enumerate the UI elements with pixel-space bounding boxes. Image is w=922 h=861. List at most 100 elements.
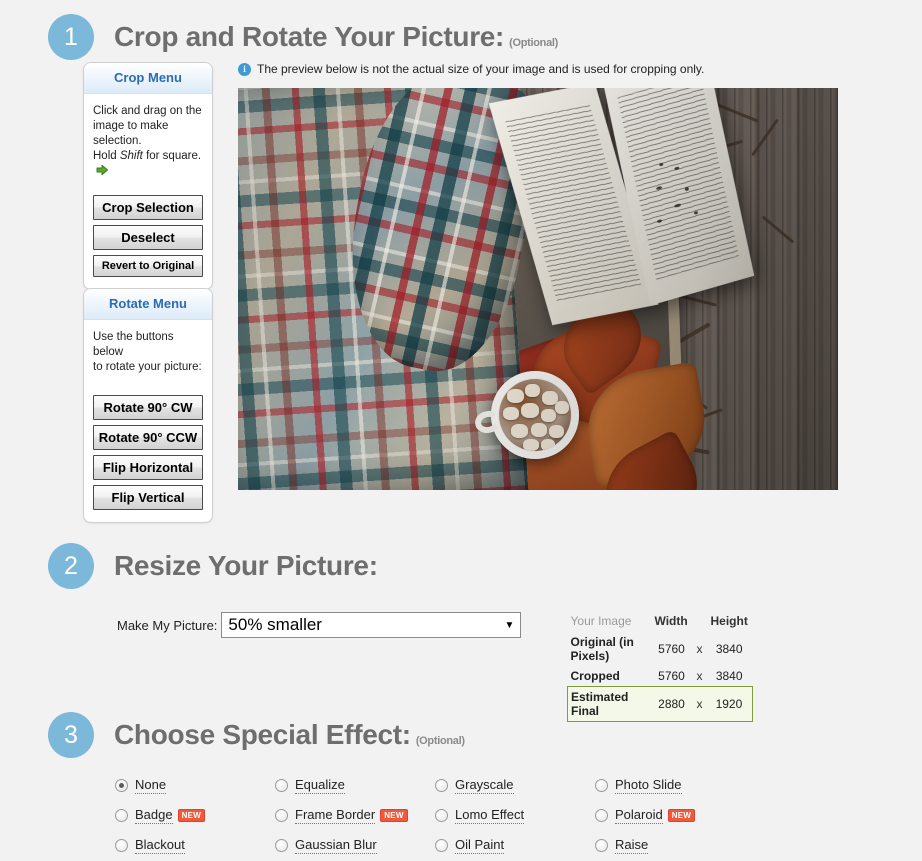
flip-horizontal-button[interactable]: Flip Horizontal: [93, 455, 203, 480]
green-arrow-right-icon: [96, 164, 109, 181]
radio-lomo-effect[interactable]: [435, 808, 448, 822]
effect-option-badge[interactable]: Badge NEW: [115, 807, 275, 824]
effect-option-none[interactable]: None: [115, 777, 275, 794]
dimensions-header-your-image: Your Image: [570, 614, 632, 628]
crop-selection-button[interactable]: Crop Selection: [93, 195, 203, 220]
dimensions-row-width: 5760: [658, 642, 685, 656]
effect-option-grayscale[interactable]: Grayscale: [435, 777, 595, 794]
new-badge: NEW: [667, 808, 696, 822]
effect-option-photo-slide[interactable]: Photo Slide: [595, 777, 755, 794]
radio-badge[interactable]: [115, 808, 128, 822]
radio-frame-border[interactable]: [275, 808, 288, 822]
radio-polaroid[interactable]: [595, 808, 608, 822]
effect-option-polaroid[interactable]: Polaroid NEW: [595, 807, 755, 824]
effect-option-lomo-effect[interactable]: Lomo Effect: [435, 807, 595, 824]
step-3-optional-tag: (Optional): [415, 735, 465, 747]
dimensions-row-label: Original (in Pixels): [570, 635, 634, 663]
resize-select[interactable]: 50% smaller ▼: [221, 612, 522, 638]
effect-label: Raise: [615, 836, 649, 854]
make-my-picture-label: Make My Picture:: [117, 617, 218, 633]
effect-option-oil-paint[interactable]: Oil Paint: [435, 837, 595, 854]
flip-vertical-button[interactable]: Flip Vertical: [93, 485, 203, 510]
new-badge: NEW: [177, 808, 206, 822]
crop-instruction-line-3-pre: Hold: [93, 150, 120, 162]
step-1-number: 1: [48, 14, 94, 60]
crop-menu-title: Crop Menu: [84, 63, 212, 94]
rotate-menu-instructions: Use the buttons below to rotate your pic…: [93, 330, 203, 375]
dimensions-table: Your Image Width Height Original (in Pix…: [567, 612, 754, 722]
step-1-title-text: Crop and Rotate Your Picture:: [114, 21, 505, 52]
effect-label: Equalize: [295, 776, 345, 794]
step-3-header: 3 Choose Special Effect: (Optional): [48, 712, 465, 758]
rotate-menu-body: Use the buttons below to rotate your pic…: [84, 320, 212, 522]
effect-label: Lomo Effect: [455, 806, 525, 824]
deselect-button[interactable]: Deselect: [93, 225, 203, 250]
table-row-estimated-final: Estimated Final 2880 x 1920: [567, 686, 754, 722]
preview-vignette: [238, 88, 838, 490]
new-badge: NEW: [380, 808, 408, 822]
dimensions-row-height: 3840: [715, 642, 743, 656]
rotate-instruction-line-2: to rotate your picture:: [93, 361, 202, 373]
crop-instruction-line-2: image to make selection.: [93, 120, 169, 147]
table-row: Cropped 5760 x 3840: [568, 666, 753, 687]
radio-blackout[interactable]: [115, 838, 128, 852]
rotate-90-ccw-button[interactable]: Rotate 90° CCW: [93, 425, 203, 450]
dimensions-row-x: x: [693, 686, 708, 722]
preview-notice-text: The preview below is not the actual size…: [257, 62, 705, 76]
step-2-title-text: Resize Your Picture:: [114, 550, 378, 581]
effect-option-raise[interactable]: Raise: [595, 837, 755, 854]
dimensions-row-x: x: [696, 669, 703, 683]
step-3-title: Choose Special Effect: (Optional): [114, 719, 465, 751]
rotate-menu-panel: Rotate Menu Use the buttons below to rot…: [83, 288, 213, 523]
special-effect-options: None Equalize Grayscale Photo Slide Badge NEW…: [115, 770, 755, 860]
radio-equalize[interactable]: [275, 778, 288, 792]
dimensions-header-row: Your Image Width Height: [568, 612, 753, 632]
step-3-number: 3: [48, 712, 94, 758]
effect-option-equalize[interactable]: Equalize: [275, 777, 435, 794]
effect-label: Badge: [135, 806, 173, 824]
radio-none[interactable]: [115, 778, 128, 792]
effect-label: Frame Border: [295, 806, 376, 824]
dimensions-header-spacer: [694, 612, 708, 632]
effect-option-frame-border[interactable]: Frame Border NEW: [275, 807, 435, 824]
crop-menu-body: Click and drag on the image to make sele…: [84, 94, 212, 289]
resize-select-value: 50% smaller: [228, 615, 322, 634]
table-row: Original (in Pixels) 5760 x 3840: [568, 632, 753, 666]
rotate-90-cw-button[interactable]: Rotate 90° CW: [93, 395, 203, 420]
dimensions-header-height: Height: [710, 614, 748, 628]
crop-instruction-shift-key: Shift: [119, 150, 143, 162]
revert-to-original-button[interactable]: Revert to Original: [93, 255, 203, 277]
radio-photo-slide[interactable]: [595, 778, 608, 792]
effect-label: Photo Slide: [615, 776, 682, 794]
image-preview-canvas[interactable]: [238, 88, 838, 490]
dimensions-row-x: x: [696, 642, 703, 656]
dimensions-row-width: 2880: [651, 686, 694, 722]
preview-notice: i The preview below is not the actual si…: [238, 62, 704, 76]
dimensions-row-label: Cropped: [570, 669, 620, 683]
info-icon: i: [238, 62, 251, 76]
dimensions-row-height: 1920: [707, 686, 754, 722]
dimensions-row-height: 3840: [715, 669, 743, 683]
effect-label: Polaroid: [615, 806, 663, 824]
crop-menu-panel: Crop Menu Click and drag on the image to…: [83, 62, 213, 290]
radio-raise[interactable]: [595, 838, 608, 852]
effect-option-gaussian-blur[interactable]: Gaussian Blur: [275, 837, 435, 854]
effect-label: Grayscale: [455, 776, 514, 794]
step-1-header: 1 Crop and Rotate Your Picture: (Optional…: [48, 14, 558, 60]
dimensions-row-width: 5760: [658, 669, 685, 683]
effect-label: Blackout: [135, 836, 185, 854]
radio-gaussian-blur[interactable]: [275, 838, 288, 852]
step-1-optional-tag: (Optional): [509, 37, 559, 49]
radio-oil-paint[interactable]: [435, 838, 448, 852]
radio-grayscale[interactable]: [435, 778, 448, 792]
crop-menu-instructions: Click and drag on the image to make sele…: [93, 104, 203, 181]
step-2-title: Resize Your Picture:: [114, 550, 378, 582]
chevron-down-icon: ▼: [504, 619, 515, 631]
crop-instruction-line-3-post: for square.: [142, 150, 202, 162]
effect-option-blackout[interactable]: Blackout: [115, 837, 275, 854]
step-3-title-text: Choose Special Effect:: [114, 719, 411, 750]
effect-label: None: [135, 776, 167, 794]
dimensions-header-width: Width: [654, 614, 688, 628]
step-1-title: Crop and Rotate Your Picture: (Optional): [114, 21, 558, 53]
rotate-menu-title: Rotate Menu: [84, 289, 212, 320]
